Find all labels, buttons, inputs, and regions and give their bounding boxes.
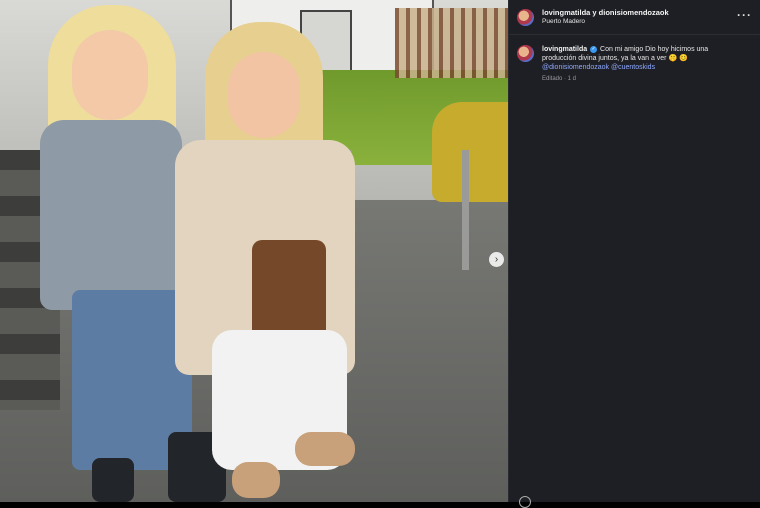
post-header: lovingmatilda y dionisiomendozaok Puerto… <box>509 0 760 35</box>
mention-link[interactable]: @cuentoskids <box>611 64 655 71</box>
post-dialog: › lovingmatilda y dionisiomendozaok Puer… <box>0 0 760 508</box>
photo-boy-face <box>72 30 148 120</box>
photo-girl-shoe-left <box>232 462 280 498</box>
caption-username[interactable]: lovingmatilda <box>542 46 587 53</box>
more-icon[interactable]: ··· <box>737 9 752 25</box>
chevron-right-icon: › <box>494 253 499 265</box>
post-sidebar: lovingmatilda y dionisiomendozaok Puerto… <box>508 0 760 508</box>
caption-body: lovingmatilda ✓ Con mi amigo Dio hoy hic… <box>542 45 742 84</box>
mention-link[interactable]: @dionisiomendozaok <box>542 64 609 71</box>
like-icon[interactable] <box>519 496 531 508</box>
photo-fence <box>395 8 508 78</box>
next-photo-button[interactable]: › <box>489 252 504 267</box>
photo-boy-vest <box>40 120 182 310</box>
edited-timestamp: Editado · 1 d <box>542 75 577 82</box>
verified-badge-icon: ✓ <box>590 45 598 53</box>
post-location[interactable]: Puerto Madero <box>542 18 669 25</box>
photo-girl-face <box>228 52 300 138</box>
photo-metal-stand <box>345 150 469 270</box>
post-photo[interactable]: › <box>0 0 508 502</box>
post-author-names[interactable]: lovingmatilda y dionisiomendozaok <box>542 8 669 18</box>
avatar-icon[interactable] <box>517 8 534 26</box>
caption-avatar-icon[interactable] <box>517 45 534 62</box>
post-caption: lovingmatilda ✓ Con mi amigo Dio hoy hic… <box>509 35 760 84</box>
post-header-text: lovingmatilda y dionisiomendozaok Puerto… <box>542 8 669 25</box>
photo-girl-shoe-right <box>295 432 355 466</box>
photo-boy-boot-left <box>92 458 134 502</box>
